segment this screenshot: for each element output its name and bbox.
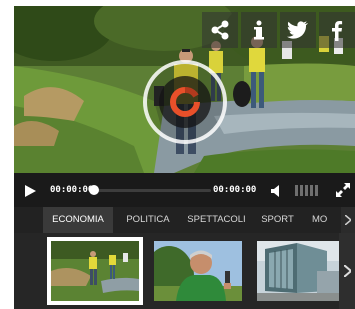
seek-handle[interactable] [89,185,99,195]
chevron-right-icon [343,265,351,277]
tabs-next-button[interactable] [341,207,355,233]
volume-bar[interactable] [315,185,318,196]
tab-spettacoli[interactable]: SPETTACOLI [182,207,251,233]
loading-spinner-icon [143,60,227,144]
seek-bar[interactable] [94,189,211,192]
share-icon [211,20,229,40]
chevron-right-icon [345,215,351,225]
play-button[interactable] [25,184,36,202]
current-time: 00:00:00 [50,185,94,195]
related-videos [14,233,355,309]
fullscreen-button[interactable] [335,182,351,203]
thumbnail-image [257,241,345,301]
thumbnail-volunteers[interactable] [47,237,143,305]
info-icon [254,20,264,40]
control-bar: 00:00:00 00:00:00 [14,173,355,207]
tab-sport[interactable]: SPORT [255,207,300,233]
twitter-button[interactable] [280,12,316,48]
fullscreen-icon [336,183,350,197]
volume-slider[interactable] [295,185,318,196]
thumbnail-image [154,241,242,301]
tab-more-partial[interactable]: MO [306,207,341,233]
play-icon [25,185,36,197]
tab-politica[interactable]: POLITICA [118,207,178,233]
facebook-icon [332,21,343,41]
volume-bar[interactable] [310,185,313,196]
duration-time: 00:00:00 [213,185,257,195]
video-frame[interactable] [14,6,355,173]
thumbnail-image [51,241,139,301]
mute-button[interactable] [271,184,285,202]
share-toolbar [199,12,355,48]
thumbnail-building[interactable] [257,241,345,301]
facebook-button[interactable] [319,12,355,48]
thumbnails-next-button[interactable] [339,233,355,309]
volume-bar[interactable] [295,185,298,196]
twitter-icon [287,21,308,39]
tab-economia[interactable]: ECONOMIA [43,207,113,233]
speaker-icon [271,185,279,197]
video-player: 00:00:00 00:00:00 ECONOMIA POLITICA SPET… [14,6,355,309]
category-tabs: ECONOMIA POLITICA SPETTACOLI SPORT MO [14,207,355,233]
share-button[interactable] [202,12,238,48]
volume-bar[interactable] [305,185,308,196]
info-button[interactable] [241,12,277,48]
thumbnail-interview[interactable] [154,241,242,301]
big-play-button[interactable] [143,60,227,144]
volume-bar[interactable] [300,185,303,196]
